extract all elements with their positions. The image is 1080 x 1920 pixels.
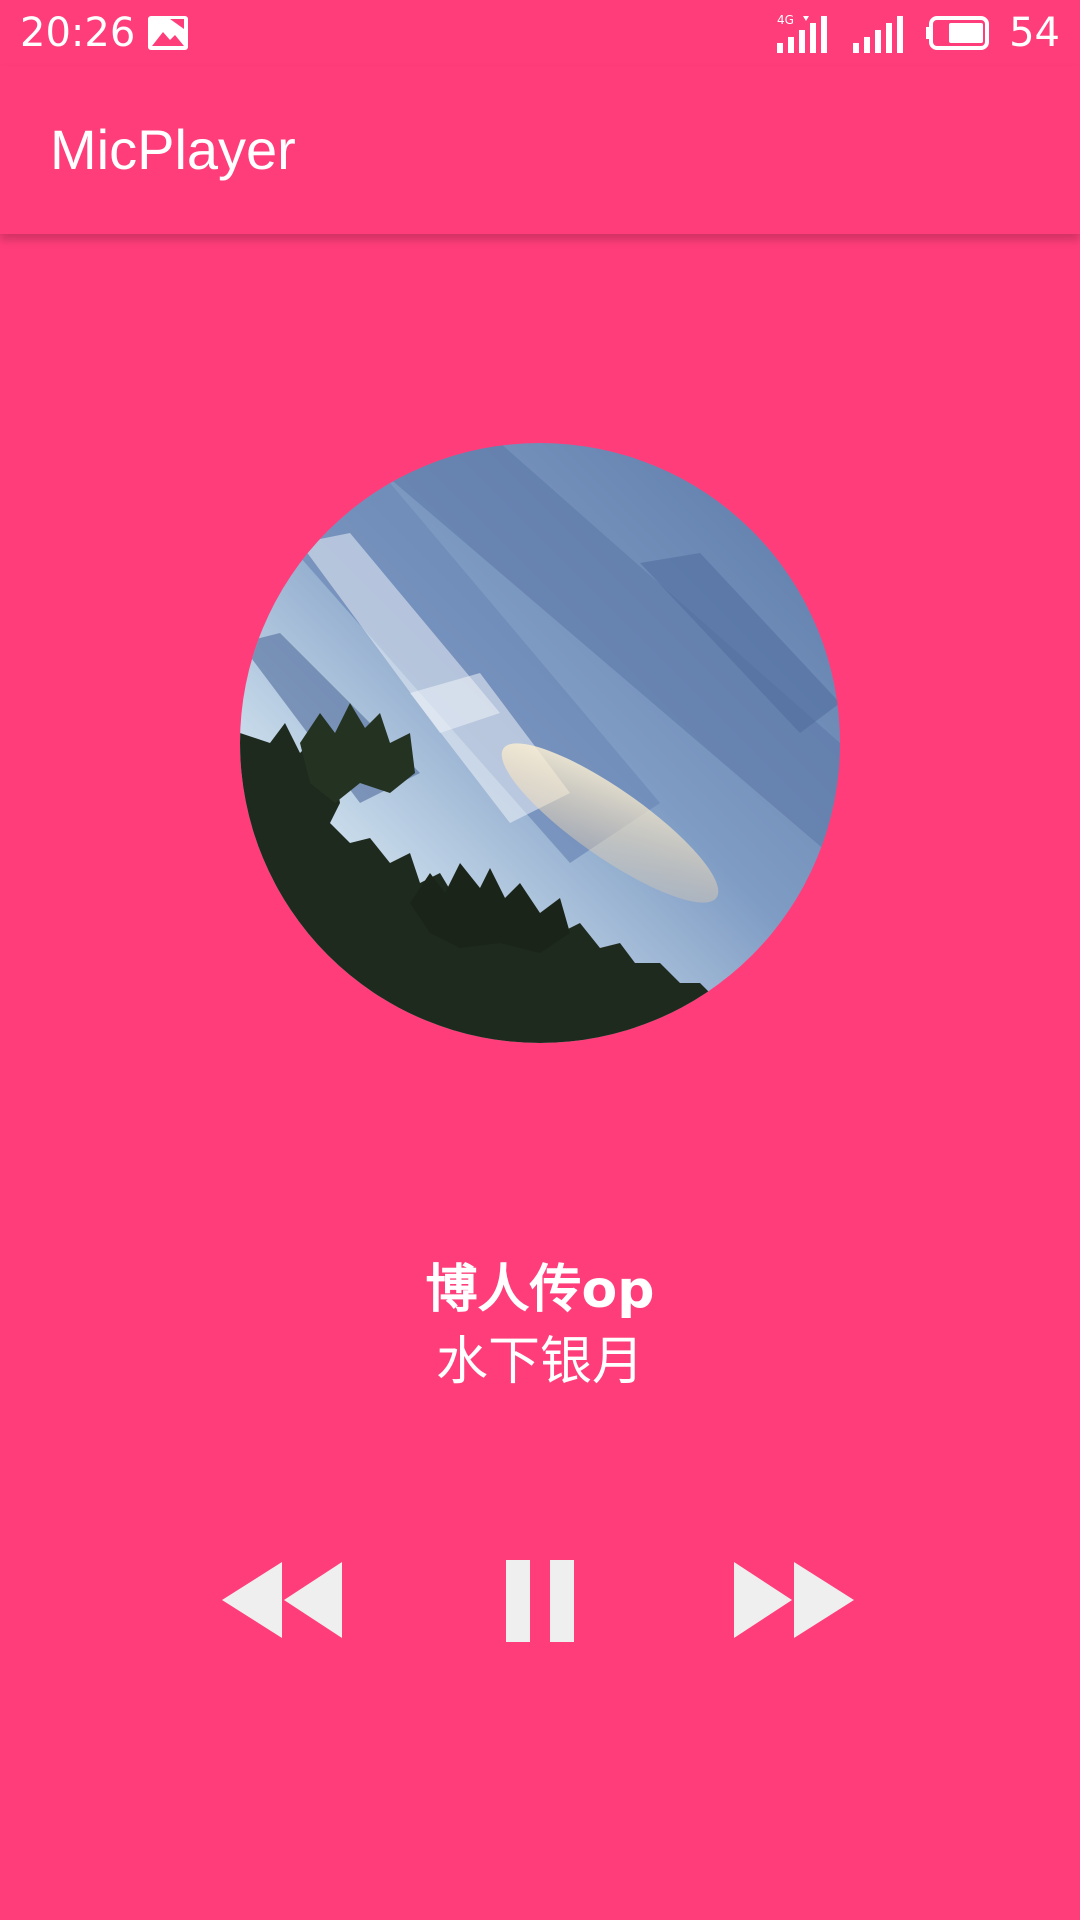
next-button[interactable] xyxy=(732,1550,858,1650)
previous-button[interactable] xyxy=(222,1550,348,1650)
album-art xyxy=(240,443,840,1043)
signal-strength-icon xyxy=(853,16,904,53)
status-time: 20:26 xyxy=(20,10,136,56)
app-title: MicPlayer xyxy=(50,118,296,181)
pause-button[interactable] xyxy=(498,1550,582,1650)
pause-icon xyxy=(506,1560,574,1642)
playback-controls xyxy=(0,1550,1080,1650)
status-right-group: 4G 54 xyxy=(775,8,1060,58)
song-title: 博人传op xyxy=(425,1260,655,1320)
battery-icon xyxy=(926,16,990,50)
app-bar: MicPlayer xyxy=(0,66,1080,234)
image-notification-icon xyxy=(148,16,188,50)
status-bar: 20:26 4G 54 xyxy=(0,0,1080,66)
fast-forward-icon xyxy=(734,1562,854,1638)
network-type-label: 4G xyxy=(777,13,794,27)
rewind-icon xyxy=(222,1562,342,1638)
song-artist: 水下银月 xyxy=(435,1332,644,1392)
album-art-image xyxy=(240,443,840,1043)
signal-4g-icon: 4G xyxy=(777,13,828,53)
battery-percentage: 54 xyxy=(1009,10,1060,56)
